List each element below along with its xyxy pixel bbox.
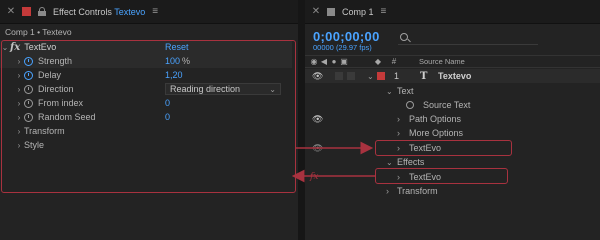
eye-icon[interactable]: 👁	[312, 114, 323, 125]
timeline-title: Comp 1	[342, 6, 374, 17]
comp-swatch-icon	[327, 7, 335, 16]
effect-controls-title: Effect Controls Textevo	[53, 6, 146, 17]
tree-label: Transform	[397, 186, 438, 196]
collapse-chevron-icon[interactable]: ⌄	[386, 158, 393, 167]
panel-menu-icon[interactable]: ≡	[381, 6, 387, 17]
stopwatch-icon[interactable]	[406, 101, 414, 109]
column-header-row: ◉ ◀ ● ▣ ◆ # Source Name	[305, 55, 600, 68]
tree-row-path-options[interactable]: 👁 › Path Options	[305, 112, 600, 126]
panel-divider[interactable]	[298, 0, 305, 240]
tree-row-effects[interactable]: ⌄ Effects	[305, 155, 600, 169]
effect-controls-panel: ✕ Effect Controls Textevo ≡ Comp 1 • Tex…	[0, 0, 298, 240]
close-tab-icon[interactable]: ✕	[311, 6, 321, 17]
layer-search[interactable]	[398, 31, 538, 45]
expand-chevron-icon[interactable]: ›	[397, 128, 400, 138]
source-name-header[interactable]: Source Name	[419, 57, 465, 66]
tree-label: Source Text	[423, 100, 471, 110]
lock-column-icon[interactable]: ▣	[339, 57, 349, 66]
solo-toggle[interactable]	[335, 72, 343, 80]
search-icon	[400, 33, 408, 41]
tree-row-source-text[interactable]: Source Text	[305, 98, 600, 112]
tree-row-text[interactable]: ⌄ Text	[305, 84, 600, 98]
current-time[interactable]: 0;00;00;00	[313, 29, 380, 44]
timeline-tab[interactable]: ✕ Comp 1 ≡	[305, 0, 600, 24]
effect-controls-header: Comp 1 • Textevo	[5, 27, 72, 37]
effect-controls-layer-name: Textevo	[114, 6, 146, 17]
eye-icon[interactable]: 👁	[312, 143, 323, 154]
lock-icon[interactable]	[38, 7, 46, 16]
layer-label-color[interactable]	[377, 72, 385, 80]
solo-column-icon[interactable]: ●	[329, 57, 339, 66]
label-column-icon[interactable]: ◆	[373, 57, 383, 66]
panel-menu-icon[interactable]: ≡	[152, 6, 158, 17]
tree-label: Effects	[397, 157, 425, 167]
tree-label: Path Options	[409, 114, 462, 124]
collapse-chevron-icon[interactable]: ⌄	[386, 87, 393, 96]
collapse-chevron-icon[interactable]: ⌄	[367, 72, 374, 81]
expand-chevron-icon[interactable]: ›	[386, 186, 389, 196]
close-tab-icon[interactable]: ✕	[6, 6, 16, 17]
tree-row-transform[interactable]: › Transform	[305, 184, 600, 198]
layer-color-swatch	[22, 7, 31, 16]
highlight-box-animator	[375, 140, 512, 156]
tree-label: More Options	[409, 128, 464, 138]
tree-label: Text	[397, 86, 414, 96]
expand-chevron-icon[interactable]: ›	[397, 114, 400, 124]
layer-name[interactable]: Textevo	[438, 71, 471, 81]
highlight-box-effect-timeline	[375, 168, 508, 184]
number-column-icon[interactable]: #	[389, 57, 399, 66]
timeline-panel: ✕ Comp 1 ≡ 0;00;00;00 00000 (29.97 fps) …	[305, 0, 600, 240]
fx-icon[interactable]: fx	[310, 172, 318, 182]
highlight-box-effect	[1, 40, 296, 193]
layer-row-textevo[interactable]: 👁 ⌄ 1 T Textevo	[305, 69, 600, 83]
effect-controls-tab[interactable]: ✕ Effect Controls Textevo ≡	[0, 0, 298, 24]
tree-row-more-options[interactable]: › More Options	[305, 126, 600, 140]
text-layer-icon: T	[420, 70, 428, 82]
layer-number: 1	[394, 71, 400, 81]
lock-toggle[interactable]	[347, 72, 355, 80]
frame-rate-readout: 00000 (29.97 fps)	[313, 43, 372, 52]
eye-column-icon[interactable]: ◉	[309, 57, 319, 66]
audio-column-icon[interactable]: ◀	[319, 57, 329, 66]
eye-icon[interactable]: 👁	[312, 71, 323, 82]
